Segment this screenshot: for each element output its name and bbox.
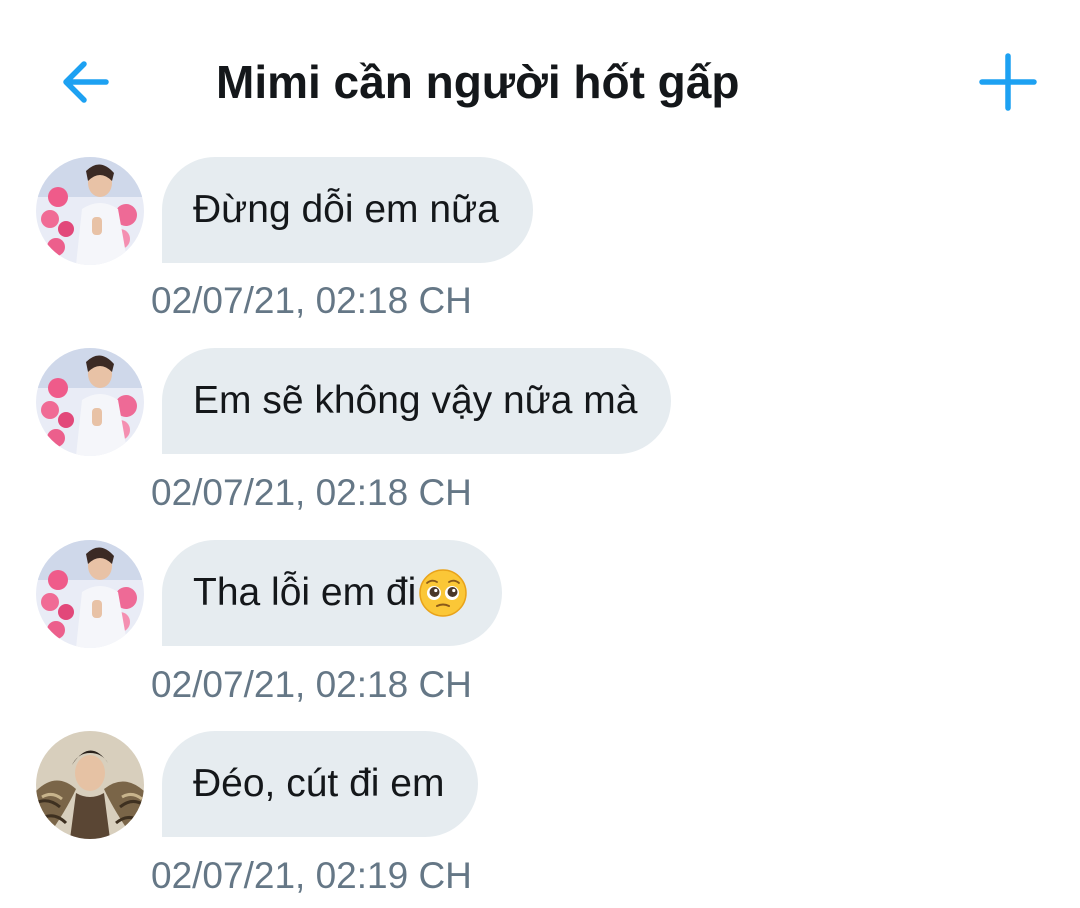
sender-avatar[interactable] (36, 731, 144, 839)
pleading-face-emoji-icon (419, 569, 468, 617)
message-timestamp: 02/07/21, 02:18 CH (151, 664, 472, 705)
conversation-title: Mimi cần người hốt gấp (216, 56, 740, 108)
message-bubble[interactable]: Đừng dỗi em nữa (162, 157, 533, 263)
message-text: Em sẽ không vậy nữa mà (193, 379, 638, 422)
avatar-image (36, 157, 144, 265)
message-text: Tha lỗi em đi (193, 571, 417, 614)
avatar-image (36, 731, 144, 839)
message-timestamp: 02/07/21, 02:19 CH (151, 855, 472, 896)
add-button[interactable] (976, 50, 1040, 114)
avatar-image (36, 540, 144, 648)
conversation-header: Mimi cần người hốt gấp (0, 0, 1080, 160)
sender-avatar[interactable] (36, 157, 144, 265)
back-button[interactable] (56, 52, 116, 112)
avatar-image (36, 348, 144, 456)
message-bubble[interactable]: Em sẽ không vậy nữa mà (162, 348, 672, 454)
plus-icon (979, 53, 1037, 111)
sender-avatar[interactable] (36, 540, 144, 648)
message-timestamp: 02/07/21, 02:18 CH (151, 280, 472, 321)
message-timestamp: 02/07/21, 02:18 CH (151, 472, 472, 513)
sender-avatar[interactable] (36, 348, 144, 456)
arrow-left-icon (63, 61, 109, 103)
message-bubble[interactable]: Đéo, cút đi em (162, 731, 479, 837)
message-text: Đéo, cút đi em (193, 762, 445, 805)
message-text: Đừng dỗi em nữa (193, 188, 499, 231)
message-bubble[interactable]: Tha lỗi em đi (162, 540, 503, 646)
